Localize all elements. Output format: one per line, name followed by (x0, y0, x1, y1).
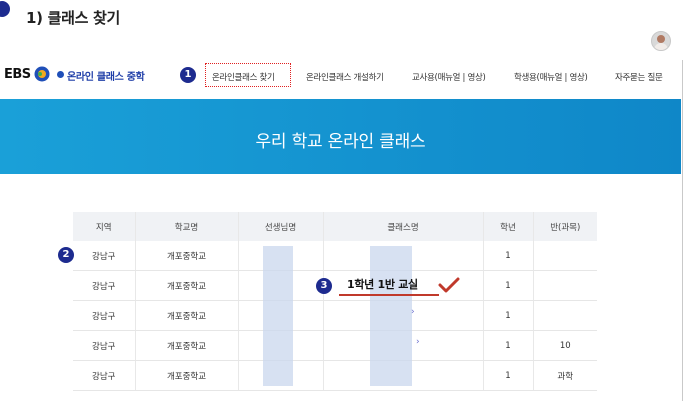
nav-item-teacher[interactable]: 교사용(매뉴얼 | 영상) (412, 71, 486, 83)
cell-section (533, 241, 597, 271)
callout-underline (339, 294, 439, 296)
cell-region: 강남구 (73, 330, 136, 361)
logo-mark-icon (34, 66, 50, 82)
cell-school: 개포중학교 (135, 330, 239, 361)
header-class: 클래스명 (323, 212, 484, 241)
class-table: 지역 학교명 선생님명 클래스명 학년 반(과목) 강남구 개포중학교 1 강남… (73, 212, 597, 391)
cell-region: 강남구 (73, 360, 136, 391)
cell-grade: 1 (483, 270, 534, 301)
step-badge-2: 2 (58, 247, 74, 263)
blurred-teacher-names (263, 246, 293, 386)
cell-school: 개포중학교 (135, 241, 239, 271)
avatar-icon[interactable] (651, 31, 671, 51)
cell-grade: 1 (483, 360, 534, 391)
cell-section: 과학 (533, 360, 597, 391)
header-school: 학교명 (135, 212, 239, 241)
logo-dot-icon (57, 71, 64, 78)
step-badge-3: 3 (316, 278, 332, 294)
banner-title: 우리 학교 온라인 클래스 (255, 132, 426, 152)
cell-school: 개포중학교 (135, 360, 239, 391)
blurred-class-names (370, 246, 412, 386)
cell-section (533, 270, 597, 301)
logo-service[interactable]: 온라인 클래스 중학 (67, 68, 145, 83)
cell-school: 개포중학교 (135, 270, 239, 301)
header-section: 반(과목) (533, 212, 597, 241)
class-name-callout: 1학년 1반 교실 (347, 278, 418, 291)
cell-grade: 1 (483, 300, 534, 331)
cell-section (533, 300, 597, 331)
cell-region: 강남구 (73, 270, 136, 301)
header-teacher: 선생님명 (238, 212, 324, 241)
table-row[interactable]: 강남구 개포중학교 1 (73, 241, 597, 271)
table-row[interactable]: 강남구 개포중학교 1 과학 (73, 360, 597, 391)
header-grade: 학년 (483, 212, 534, 241)
header-region: 지역 (73, 212, 136, 241)
nav-item-class-open[interactable]: 온라인클래스 개설하기 (306, 71, 384, 83)
table-row[interactable]: 강남구 개포중학교 1 10 (73, 330, 597, 361)
check-icon (438, 277, 460, 293)
table-row[interactable]: 강남구 개포중학교 1 (73, 270, 597, 301)
cell-region: 강남구 (73, 300, 136, 331)
logo-brand[interactable]: EBS (4, 67, 31, 82)
chevron-right-icon[interactable]: › (411, 307, 415, 317)
cell-school: 개포중학교 (135, 300, 239, 331)
step-badge-1: 1 (180, 67, 196, 83)
cell-grade: 1 (483, 241, 534, 271)
table-row[interactable]: 강남구 개포중학교 1 (73, 300, 597, 331)
nav-item-student[interactable]: 학생용(매뉴얼 | 영상) (514, 71, 588, 83)
nav-item-class-find[interactable]: 온라인클래스 찾기 (212, 71, 275, 83)
cell-section: 10 (533, 330, 597, 361)
nav-item-faq[interactable]: 자주묻는 질문 (615, 71, 663, 83)
table-header-row: 지역 학교명 선생님명 클래스명 학년 반(과목) (73, 212, 597, 241)
cell-region: 강남구 (73, 241, 136, 271)
chevron-right-icon[interactable]: › (416, 337, 420, 347)
caption-title: 1) 클래스 찾기 (26, 9, 121, 27)
caption-badge (0, 1, 10, 17)
cell-grade: 1 (483, 330, 534, 361)
scrollbar-track (682, 60, 683, 401)
